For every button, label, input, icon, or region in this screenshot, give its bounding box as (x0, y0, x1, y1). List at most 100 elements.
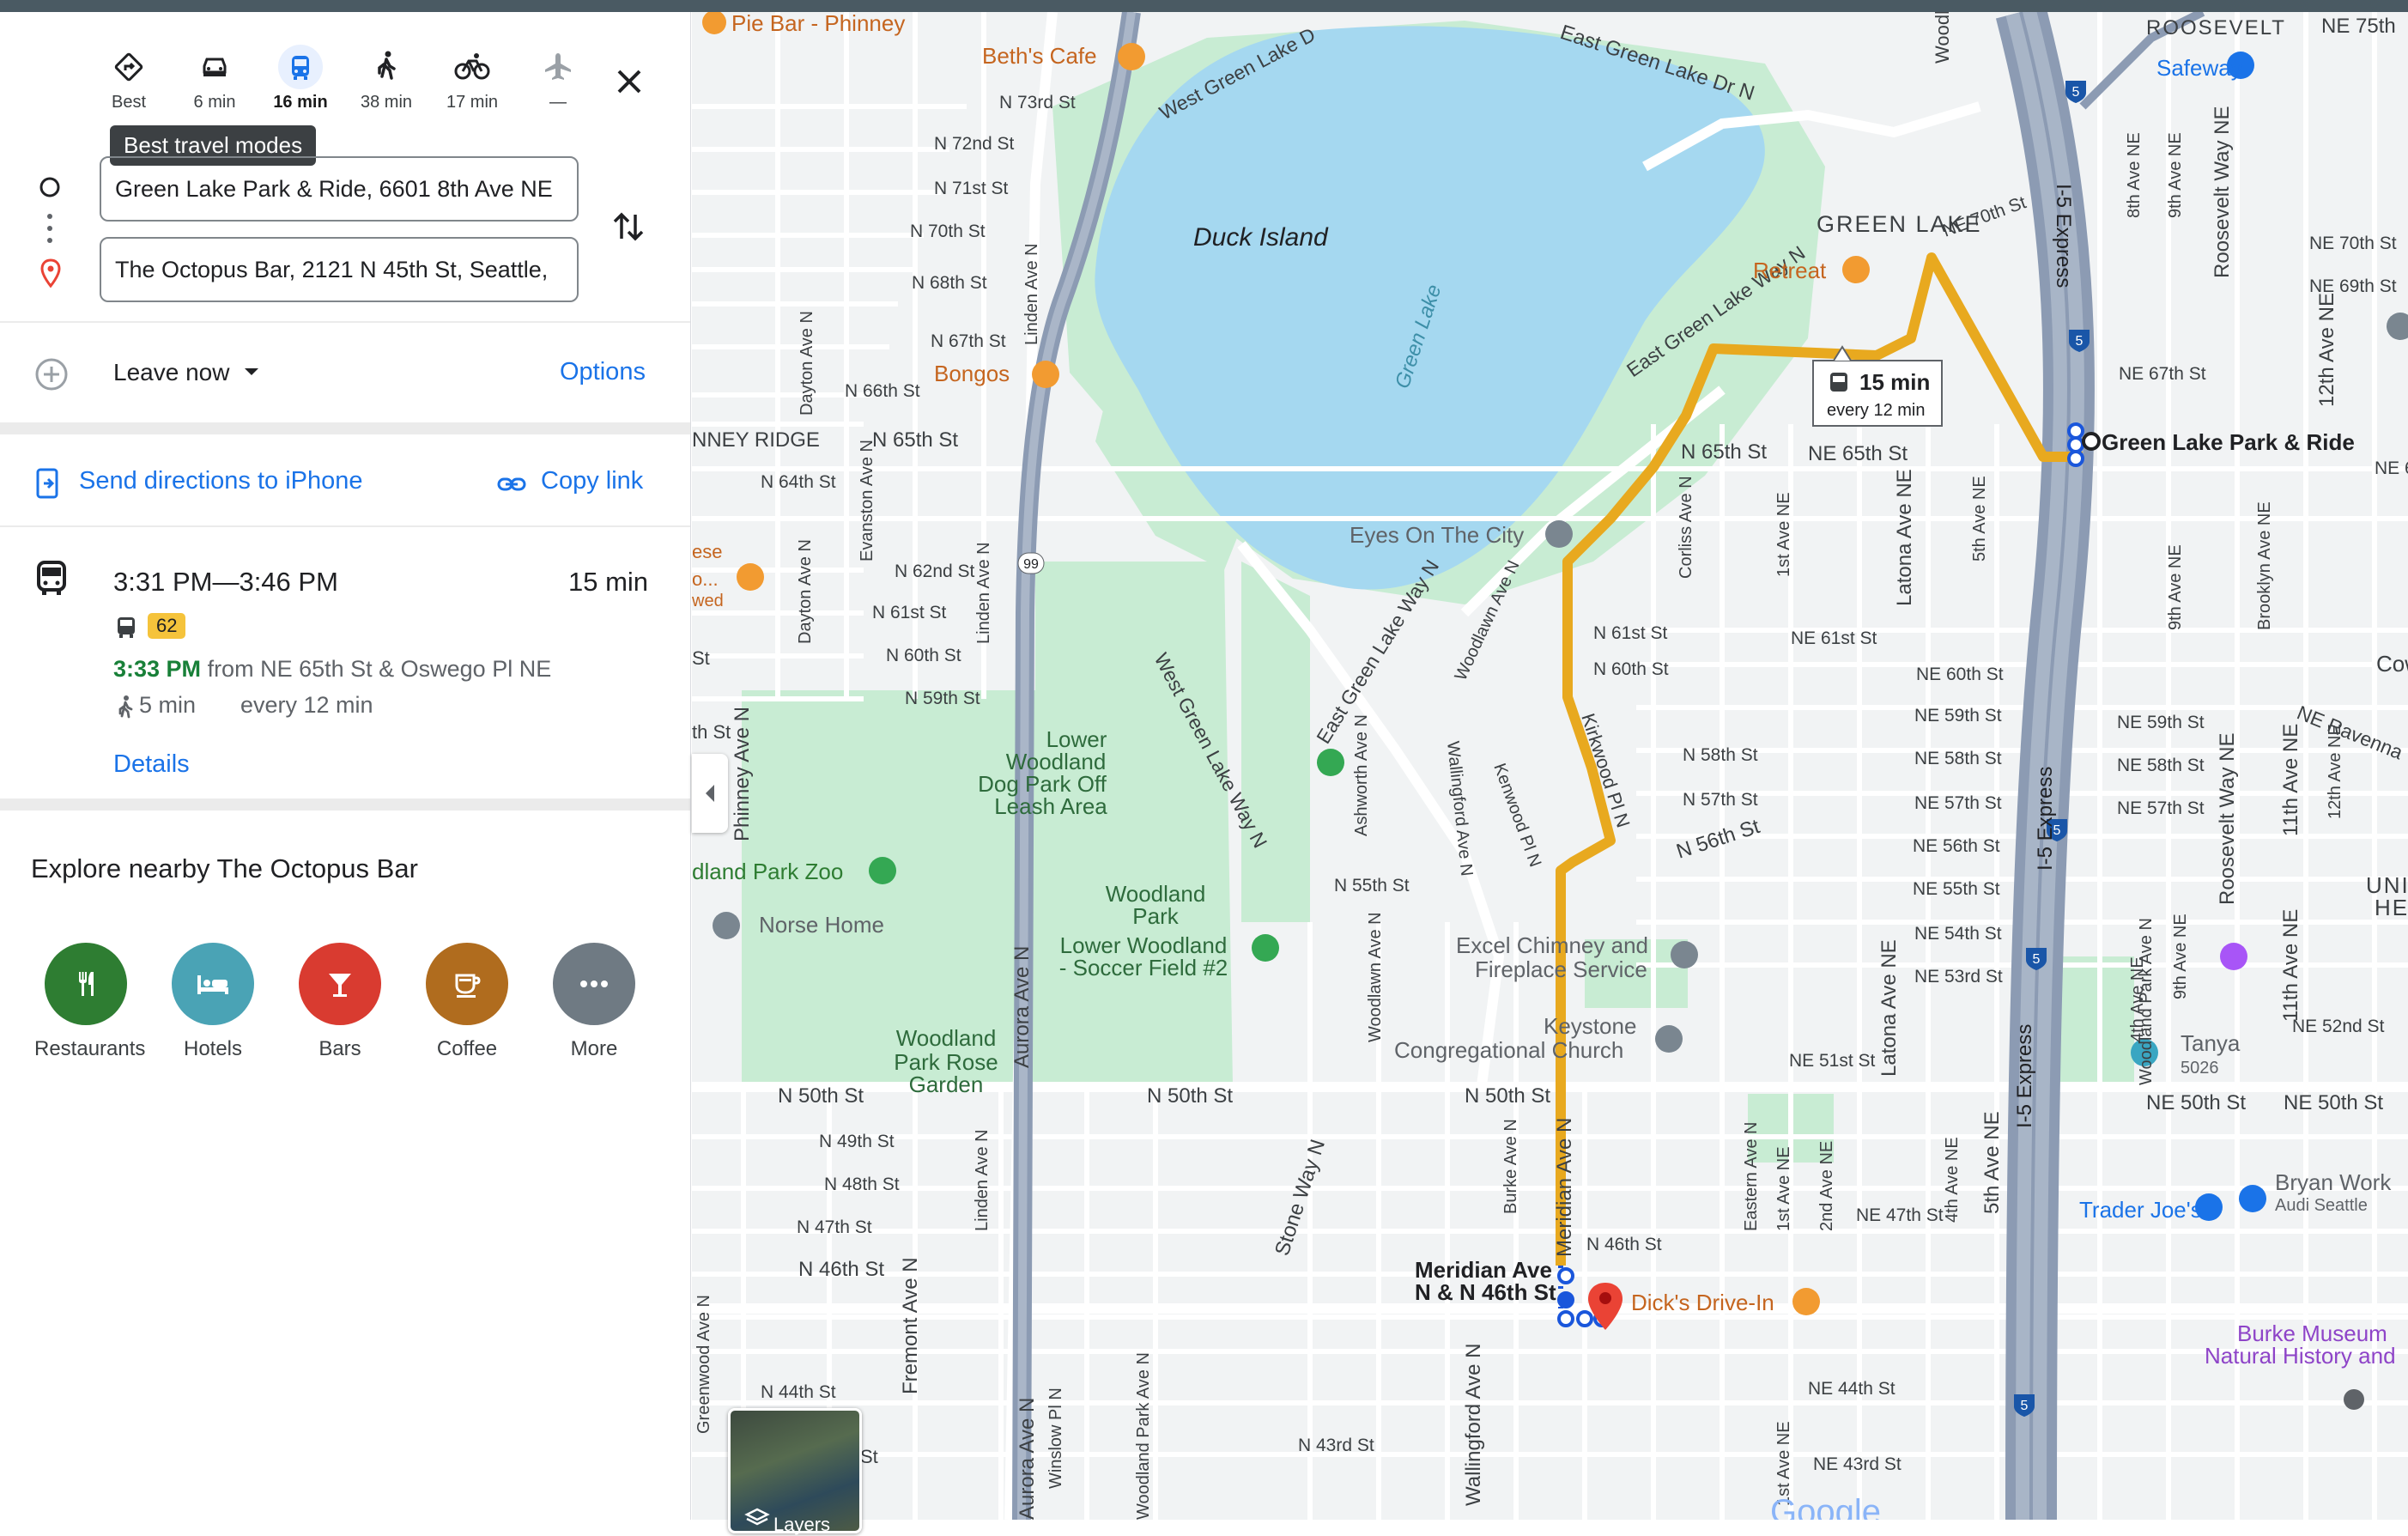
options-button[interactable]: Options (560, 358, 646, 386)
svg-text:Woodland Park Ave N: Woodland Park Ave N (2137, 918, 2156, 1085)
svg-text:Green Lake Park & Ride: Green Lake Park & Ride (2102, 429, 2355, 455)
svg-text:NE 65t: NE 65t (2375, 458, 2408, 478)
walk-duration: 5 min (139, 692, 197, 718)
origin-input[interactable]: Green Lake Park & Ride, 6601 8th Ave NE (100, 156, 579, 222)
best-route-icon (114, 52, 143, 82)
svg-text:Roosevelt Way NE: Roosevelt Way NE (2216, 732, 2239, 905)
svg-text:Bongos: Bongos (934, 361, 1010, 386)
travel-mode-best[interactable]: Best (86, 45, 172, 112)
svg-text:NE 59th St: NE 59th St (2117, 713, 2205, 732)
svg-text:Trader Joe's: Trader Joe's (2079, 1197, 2202, 1223)
map-canvas[interactable]: 15 min every 12 min 99 5 5 5 5 5 N 73rd … (692, 12, 2408, 1520)
svg-text:Eyes On The City: Eyes On The City (1350, 522, 1524, 548)
layers-label: Layers (773, 1514, 831, 1535)
svg-text:Beth's Cafe: Beth's Cafe (982, 43, 1097, 69)
category-restaurants[interactable]: Restaurants (34, 943, 146, 1061)
svg-text:Bryan Work: Bryan Work (2275, 1169, 2392, 1195)
restaurant-icon (45, 943, 127, 1025)
svg-text:Woodland Park Ave N: Woodland Park Ave N (1134, 1352, 1153, 1520)
svg-text:5: 5 (2072, 85, 2080, 100)
window-top-bar (0, 0, 2408, 12)
svg-text:5: 5 (2033, 952, 2041, 967)
transit-icon (278, 45, 323, 89)
svg-text:9th Ave NE: 9th Ave NE (2166, 132, 2185, 218)
svg-text:NE 60th St: NE 60th St (1916, 665, 2004, 684)
svg-text:9th Ave NE: 9th Ave NE (2171, 914, 2190, 999)
svg-text:5: 5 (2021, 1399, 2029, 1413)
svg-text:Burke Ave N: Burke Ave N (1501, 1119, 1520, 1214)
svg-text:Aurora Ave N: Aurora Ave N (1010, 946, 1034, 1068)
swap-icon[interactable] (611, 206, 646, 247)
svg-text:N 58th St: N 58th St (1683, 745, 1758, 765)
svg-text:Keystone: Keystone (1544, 1013, 1636, 1039)
svg-text:Fremont Ave N: Fremont Ave N (899, 1257, 922, 1394)
category-hotels[interactable]: Hotels (161, 943, 264, 1061)
svg-text:4th Ave NE: 4th Ave NE (1943, 1137, 1962, 1223)
svg-text:Fireplace Service: Fireplace Service (1475, 956, 1647, 982)
svg-text:dland Park Zoo: dland Park Zoo (692, 859, 843, 884)
travel-mode-walking[interactable]: 38 min (343, 45, 429, 112)
svg-text:N 68th St: N 68th St (912, 273, 987, 293)
svg-text:NE 52nd St: NE 52nd St (2292, 1017, 2385, 1036)
category-label: Restaurants (34, 1037, 146, 1060)
copy-link-button[interactable]: Copy link (541, 467, 643, 495)
category-more[interactable]: More (543, 943, 646, 1061)
svg-text:wed: wed (692, 592, 724, 610)
category-label: Coffee (436, 1037, 498, 1060)
svg-text:5026: 5026 (2181, 1059, 2219, 1078)
bus-icon (118, 617, 135, 638)
origin-circle-icon (39, 177, 60, 197)
route-duration: 15 min (568, 567, 649, 597)
collapse-panel-button[interactable] (692, 754, 728, 833)
svg-text:Audi Seattle: Audi Seattle (2275, 1196, 2368, 1215)
svg-text:Roosevelt Way NE: Roosevelt Way NE (2211, 106, 2234, 278)
details-link[interactable]: Details (113, 750, 190, 779)
layers-button[interactable]: Layers (728, 1408, 862, 1535)
category-coffee[interactable]: Coffee (415, 943, 519, 1061)
svg-text:NE 43rd St: NE 43rd St (1813, 1454, 1902, 1474)
travel-mode-driving[interactable]: 6 min (172, 45, 258, 112)
bus-route-badge: 62 (148, 613, 186, 639)
svg-text:N 50th St: N 50th St (1465, 1084, 1550, 1108)
travel-mode-label: 38 min (360, 93, 413, 112)
svg-text:N 60th St: N 60th St (1593, 659, 1669, 679)
google-logo: Google (1770, 1493, 1881, 1520)
travel-mode-transit[interactable]: 16 min (258, 45, 343, 112)
svg-text:- Soccer Field #2: - Soccer Field #2 (1059, 955, 1228, 980)
close-icon[interactable] (608, 60, 651, 103)
svg-text:1st Ave NE: 1st Ave NE (1774, 1146, 1793, 1231)
chevron-down-icon (245, 368, 259, 375)
travel-mode-cycling[interactable]: 17 min (429, 45, 515, 112)
svg-text:Dayton Ave N: Dayton Ave N (796, 539, 815, 644)
svg-text:Linden Ave N: Linden Ave N (973, 1129, 992, 1231)
transit-icon (37, 561, 66, 595)
destination-pin-icon (40, 258, 61, 288)
svg-text:N 65th St: N 65th St (1681, 440, 1767, 464)
svg-text:Aurora Ave N: Aurora Ave N (1016, 1398, 1039, 1520)
svg-text:NE 55th St: NE 55th St (1913, 879, 2000, 899)
svg-text:N 46th St: N 46th St (798, 1258, 884, 1281)
travel-mode-label: Best (111, 93, 147, 112)
svg-text:11th Ave NE: 11th Ave NE (2279, 724, 2302, 836)
callout-frequency: every 12 min (1827, 401, 1926, 420)
travel-mode-flight[interactable]: — (515, 45, 601, 112)
svg-text:Brooklyn Ave NE: Brooklyn Ave NE (2255, 501, 2274, 630)
svg-text:N 55th St: N 55th St (1334, 876, 1410, 895)
leave-now-dropdown[interactable]: Leave now (113, 359, 264, 386)
svg-text:NE 58th St: NE 58th St (2117, 756, 2205, 775)
svg-text:Latona Ave NE: Latona Ave NE (1877, 939, 1901, 1077)
send-directions-link[interactable]: Send directions to iPhone (79, 467, 363, 495)
add-stop-icon[interactable] (33, 355, 70, 393)
category-bars[interactable]: Bars (288, 943, 391, 1061)
route-dots-icon (47, 214, 52, 243)
destination-input[interactable]: The Octopus Bar, 2121 N 45th St, Seattle… (100, 237, 579, 302)
svg-text:NE 75th: NE 75th (2321, 15, 2396, 38)
svg-text:N 71st St: N 71st St (934, 179, 1009, 198)
layers-icon (744, 1508, 770, 1526)
svg-text:St: St (860, 1446, 878, 1467)
category-label: Bars (318, 1037, 361, 1060)
svg-text:5: 5 (2076, 334, 2083, 349)
svg-text:Duck Island: Duck Island (1193, 223, 1329, 252)
svg-text:NE 50th St: NE 50th St (2146, 1091, 2246, 1114)
bus-frequency: every 12 min (240, 692, 373, 718)
